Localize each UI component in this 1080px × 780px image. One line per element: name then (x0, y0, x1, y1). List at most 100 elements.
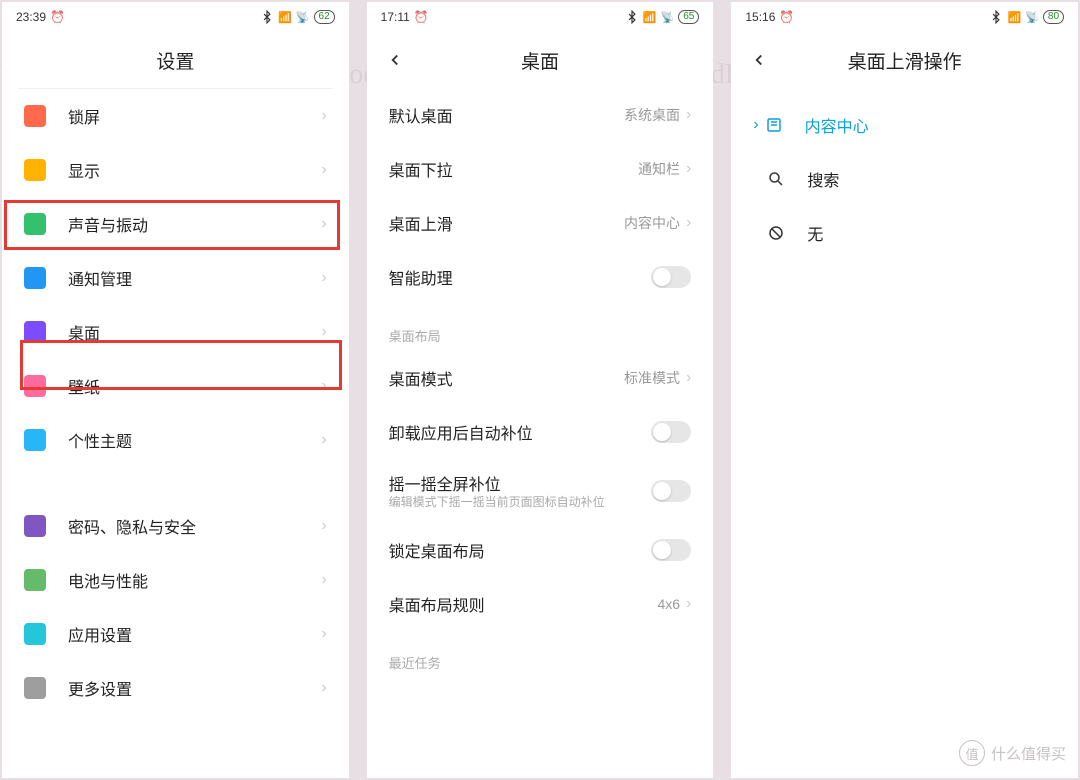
chevron-right-icon: › (321, 431, 326, 449)
row-value: 内容中心 (624, 213, 680, 233)
wallpaper-icon (24, 375, 46, 397)
status-right: 📶 📡 80 (989, 10, 1064, 24)
back-button[interactable] (383, 48, 407, 72)
row-label: 智能助理 (389, 265, 652, 289)
phone-panel-desktop: 17:11 ⏰ 📶 📡 65 桌面 默认桌面 系统桌面 › 桌面下拉 (367, 2, 714, 778)
status-bar: 23:39 ⏰ 📶 📡 62 (2, 2, 349, 32)
phone-panel-settings: 23:39 ⏰ 📶 📡 62 设置 锁屏›显示›声音与振动›通知管理›桌面›壁纸… (2, 2, 349, 778)
settings-row-display[interactable]: 显示› (2, 143, 349, 197)
row-autofill[interactable]: 卸载应用后自动补位 (367, 405, 714, 459)
watermark: 值 什么值得买 (959, 740, 1066, 766)
row-assistant[interactable]: 智能助理 (367, 250, 714, 304)
settings-row-battery[interactable]: 电池与性能› (2, 553, 349, 607)
security-icon (24, 515, 46, 537)
row-layout-mode[interactable]: 桌面模式 标准模式 › (367, 351, 714, 405)
status-time: 23:39 (16, 10, 46, 24)
alarm-icon: ⏰ (414, 10, 429, 24)
header: 设置 (2, 32, 349, 88)
section-title-layout: 桌面布局 (367, 304, 714, 351)
sound-icon (24, 213, 46, 235)
phone-panel-swipe-up: 15:16 ⏰ 📶 📡 80 桌面上滑操作 › 内容中心 (731, 2, 1078, 778)
chevron-right-icon: › (686, 214, 691, 232)
option-search[interactable]: 搜索 (731, 152, 1078, 206)
settings-row-more[interactable]: 更多设置› (2, 661, 349, 715)
row-default-launcher[interactable]: 默认桌面 系统桌面 › (367, 88, 714, 142)
row-value: 标准模式 (624, 368, 680, 388)
toggle-switch[interactable] (651, 480, 691, 502)
row-label: 更多设置 (68, 676, 321, 700)
row-label: 桌面下拉 (389, 157, 638, 181)
page-title: 设置 (2, 47, 349, 74)
row-value: 系统桌面 (624, 105, 680, 125)
row-label: 默认桌面 (389, 103, 624, 127)
row-shake-fill[interactable]: 摇一摇全屏补位 编辑模式下摇一摇当前页面图标自动补位 (367, 459, 714, 523)
chevron-right-icon: › (321, 107, 326, 125)
row-subtitle: 编辑模式下摇一摇当前页面图标自动补位 (389, 495, 652, 511)
chevron-right-icon: › (321, 323, 326, 341)
toggle-switch[interactable] (651, 421, 691, 443)
option-none[interactable]: 无 (731, 206, 1078, 260)
row-grid-rule[interactable]: 桌面布局规则 4x6 › (367, 577, 714, 631)
search-icon (765, 170, 787, 188)
signal-icon: 📶 (643, 11, 657, 24)
settings-row-security[interactable]: 密码、隐私与安全› (2, 499, 349, 553)
settings-row-notification[interactable]: 通知管理› (2, 251, 349, 305)
row-label: 卸载应用后自动补位 (389, 420, 652, 444)
row-lock-layout[interactable]: 锁定桌面布局 (367, 523, 714, 577)
toggle-switch[interactable] (651, 539, 691, 561)
page-title: 桌面上滑操作 (731, 47, 1078, 74)
row-pull-down[interactable]: 桌面下拉 通知栏 › (367, 142, 714, 196)
chevron-right-icon: › (321, 571, 326, 589)
row-value: 4x6 (657, 596, 680, 612)
chevron-right-icon: › (321, 377, 326, 395)
status-right: 📶 📡 65 (625, 10, 700, 24)
chevron-right-icon: › (686, 160, 691, 178)
battery-indicator: 80 (1043, 10, 1064, 24)
row-label: 锁定桌面布局 (389, 538, 652, 562)
battery-indicator: 65 (678, 10, 699, 24)
chevron-right-icon: › (686, 369, 691, 387)
row-label: 桌面布局规则 (389, 592, 658, 616)
option-label: 搜索 (807, 167, 839, 191)
page-title: 桌面 (367, 47, 714, 74)
battery-icon (24, 569, 46, 591)
settings-row-lock[interactable]: 锁屏› (2, 89, 349, 143)
apps-icon (24, 623, 46, 645)
wifi-icon: 📡 (661, 11, 675, 24)
settings-row-sound[interactable]: 声音与振动› (2, 197, 349, 251)
display-icon (24, 159, 46, 181)
status-bar: 15:16 ⏰ 📶 📡 80 (731, 2, 1078, 32)
row-label: 显示 (68, 158, 321, 182)
row-label: 个性主题 (68, 428, 321, 452)
section-title-recent: 最近任务 (367, 631, 714, 678)
more-icon (24, 677, 46, 699)
chevron-right-icon: › (321, 215, 326, 233)
back-button[interactable] (747, 48, 771, 72)
settings-row-theme[interactable]: 个性主题› (2, 413, 349, 467)
status-time: 17:11 (381, 10, 410, 24)
row-value: 通知栏 (638, 159, 680, 179)
row-label: 桌面模式 (389, 366, 624, 390)
status-bar: 17:11 ⏰ 📶 📡 65 (367, 2, 714, 32)
chevron-right-icon: › (686, 595, 691, 613)
settings-row-apps[interactable]: 应用设置› (2, 607, 349, 661)
chevron-right-icon: › (321, 625, 326, 643)
alarm-icon: ⏰ (50, 10, 65, 24)
row-label: 桌面上滑 (389, 211, 624, 235)
row-label: 锁屏 (68, 104, 321, 128)
chevron-right-icon: › (321, 517, 326, 535)
watermark-text: 什么值得买 (991, 743, 1066, 764)
row-swipe-up[interactable]: 桌面上滑 内容中心 › (367, 196, 714, 250)
settings-row-wallpaper[interactable]: 壁纸› (2, 359, 349, 413)
bluetooth-icon (989, 10, 1003, 24)
wifi-icon: 📡 (1025, 11, 1039, 24)
watermark-badge-icon: 值 (959, 740, 985, 766)
chevron-right-icon: › (686, 106, 691, 124)
chevron-right-icon: › (321, 269, 326, 287)
row-label: 密码、隐私与安全 (68, 514, 321, 538)
option-content-center[interactable]: › 内容中心 (731, 98, 1078, 152)
settings-row-home[interactable]: 桌面› (2, 305, 349, 359)
toggle-switch[interactable] (651, 266, 691, 288)
theme-icon (24, 429, 46, 451)
row-label: 电池与性能 (68, 568, 321, 592)
